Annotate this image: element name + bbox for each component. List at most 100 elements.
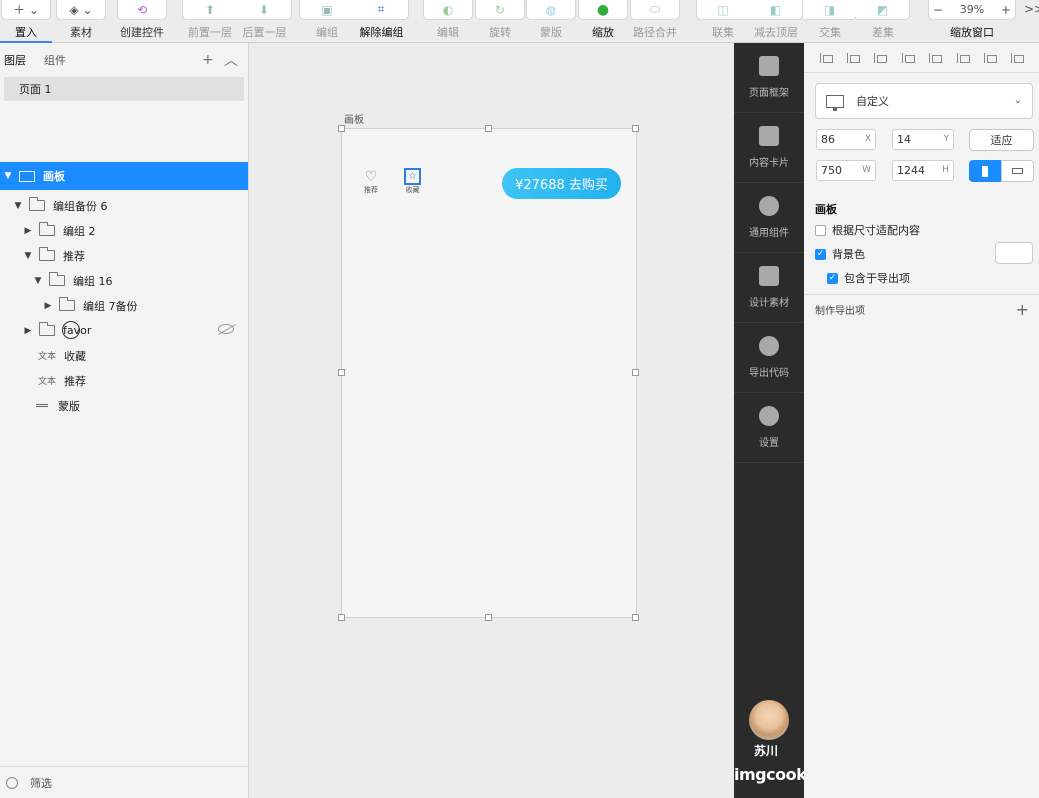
- toolbar-group[interactable]: ▣ 编组: [299, 0, 355, 43]
- component-icon: ⟲: [117, 0, 167, 20]
- layer-group-hidden[interactable]: ▶ favor: [0, 318, 248, 343]
- mouse-cursor-icon: [62, 321, 80, 339]
- toolbar-zoom-label: 缩放窗口: [950, 26, 994, 39]
- expand-triangle-icon[interactable]: ▼: [13, 201, 23, 211]
- toolbar-ungroup[interactable]: ⌗ 解除编组: [354, 0, 409, 43]
- favorite-item[interactable]: ☆ 收藏: [404, 168, 421, 195]
- filter-bar[interactable]: 筛选: [0, 766, 248, 798]
- avatar[interactable]: [749, 700, 789, 740]
- hidden-eye-icon[interactable]: [218, 324, 234, 334]
- layer-group[interactable]: ▶ 编组 7备份: [0, 293, 248, 318]
- toolbar-insert[interactable]: ＋ ⌄ 置入: [1, 0, 51, 43]
- toolbar-union[interactable]: ◫ 联集: [696, 0, 750, 43]
- toolbar-difference[interactable]: ◩ 差集: [856, 0, 910, 43]
- layer-mask[interactable]: 蒙版: [0, 393, 248, 418]
- layer-label: 编组 7备份: [83, 299, 138, 313]
- recommend-label: 推荐: [364, 186, 378, 194]
- layer-text[interactable]: 文本 收藏: [0, 343, 248, 368]
- distribute-v-icon[interactable]: [1011, 52, 1025, 63]
- toolbar-send-backward[interactable]: ⬇ 后置一层: [237, 0, 292, 43]
- resize-handle[interactable]: [338, 614, 345, 621]
- toolbar-mask[interactable]: ◍ 蒙版: [526, 0, 576, 43]
- zoom-in-button[interactable]: +: [1001, 3, 1011, 17]
- expand-triangle-icon[interactable]: ▼: [3, 171, 13, 181]
- toolbar-create-component[interactable]: ⟲ 创建控件: [117, 0, 167, 43]
- toolbar-subtract[interactable]: ◧ 减去顶层: [749, 0, 803, 43]
- artboard-title[interactable]: 画板: [344, 111, 364, 126]
- collapsed-triangle-icon[interactable]: ▶: [23, 326, 33, 336]
- resize-handle[interactable]: [338, 125, 345, 132]
- distribute-h-icon[interactable]: [874, 52, 888, 63]
- sidebar-item-content-card[interactable]: 内容卡片: [734, 113, 804, 183]
- y-field[interactable]: 14 Y: [892, 129, 954, 150]
- toolbar-scale-label: 缩放: [592, 26, 614, 39]
- artboard-preset-select[interactable]: 自定义 ⌄: [815, 83, 1033, 119]
- layer-label: 画板: [43, 170, 65, 183]
- align-bottom-icon[interactable]: [983, 52, 997, 63]
- sidebar-item-design-assets[interactable]: 设计素材: [734, 253, 804, 323]
- align-center-h-icon[interactable]: [847, 52, 861, 63]
- background-checkbox[interactable]: ✓ 背景色: [815, 246, 865, 262]
- toolbar-overflow-button[interactable]: >>: [1024, 2, 1039, 16]
- collapse-pages-button[interactable]: ︿: [224, 50, 238, 70]
- fit-content-checkbox[interactable]: 根据尺寸适配内容: [815, 222, 920, 238]
- layer-group[interactable]: ▶ 编组 2: [0, 218, 248, 243]
- add-page-button[interactable]: +: [202, 52, 214, 68]
- checkbox-checked-icon: ✓: [827, 272, 838, 284]
- layer-artboard[interactable]: ▼ 画板: [0, 162, 248, 190]
- add-export-button[interactable]: +: [1016, 300, 1029, 319]
- design-canvas[interactable]: 画板 ♡ 推荐 ☆ 收藏 ¥27688 去购买: [249, 43, 734, 798]
- page-item[interactable]: 页面 1: [4, 77, 244, 101]
- toolbar-rotate[interactable]: ↻ 旋转: [475, 0, 525, 43]
- layer-group[interactable]: ▼ 编组 16: [0, 268, 248, 293]
- x-field[interactable]: 86 X: [816, 129, 876, 150]
- sidebar-item-common-components[interactable]: 通用组件: [734, 183, 804, 253]
- resize-handle[interactable]: [632, 125, 639, 132]
- layer-group[interactable]: ▼ 推荐: [0, 243, 248, 268]
- star-icon: ☆: [404, 168, 421, 185]
- collapsed-triangle-icon[interactable]: ▶: [23, 226, 33, 236]
- toolbar-path-merge[interactable]: ⬭ 路径合并: [630, 0, 680, 43]
- image-icon: [759, 266, 779, 286]
- recommend-item[interactable]: ♡ 推荐: [364, 169, 378, 195]
- portrait-toggle[interactable]: [969, 160, 1001, 182]
- resize-handle[interactable]: [632, 614, 639, 621]
- align-left-icon[interactable]: [819, 52, 833, 63]
- resize-handle[interactable]: [485, 125, 492, 132]
- sidebar-item-export-code[interactable]: 导出代码: [734, 323, 804, 393]
- zoom-out-button[interactable]: −: [933, 3, 943, 17]
- align-center-v-icon[interactable]: [956, 52, 970, 63]
- sidebar-item-page-frame[interactable]: 页面框架: [734, 43, 804, 113]
- width-field[interactable]: 750 W: [816, 160, 876, 181]
- layer-text[interactable]: 文本 推荐: [0, 368, 248, 393]
- preset-value: 自定义: [856, 95, 889, 108]
- sidebar-item-settings[interactable]: 设置: [734, 393, 804, 463]
- artboard[interactable]: ♡ 推荐 ☆ 收藏 ¥27688 去购买: [341, 128, 637, 618]
- resize-handle[interactable]: [632, 369, 639, 376]
- landscape-toggle[interactable]: [1001, 160, 1034, 182]
- layer-group[interactable]: ▼ 编组备份 6: [0, 193, 248, 218]
- toolbar-assets[interactable]: ◈ ⌄ 素材: [56, 0, 106, 43]
- toolbar-scale[interactable]: ● 缩放: [578, 0, 628, 43]
- align-right-icon[interactable]: [901, 52, 915, 63]
- expand-triangle-icon[interactable]: ▼: [33, 276, 43, 286]
- layer-label: 编组备份 6: [53, 199, 108, 213]
- resize-handle[interactable]: [338, 369, 345, 376]
- include-export-checkbox[interactable]: ✓ 包含于导出项: [827, 270, 910, 286]
- resize-handle[interactable]: [485, 614, 492, 621]
- toolbar-bring-forward[interactable]: ⬆ 前置一层: [182, 0, 238, 43]
- tab-layers[interactable]: 图层: [4, 52, 26, 68]
- toolbar-path-merge-label: 路径合并: [633, 26, 677, 39]
- height-field[interactable]: 1244 H: [892, 160, 954, 181]
- collapsed-triangle-icon[interactable]: ▶: [43, 301, 53, 311]
- buy-button[interactable]: ¥27688 去购买: [502, 168, 621, 199]
- toolbar-edit[interactable]: ◐ 编辑: [423, 0, 473, 43]
- tab-components[interactable]: 组件: [44, 52, 66, 68]
- expand-triangle-icon[interactable]: ▼: [23, 251, 33, 261]
- toolbar-intersect[interactable]: ◨ 交集: [803, 0, 857, 43]
- background-color-swatch[interactable]: [995, 242, 1033, 264]
- fit-button[interactable]: 适应: [969, 129, 1034, 151]
- imgcook-sidebar: 页面框架 内容卡片 通用组件 设计素材 导出代码 设置 苏川 imgcook: [734, 43, 807, 798]
- align-top-icon[interactable]: [929, 52, 943, 63]
- imgcook-logo: imgcook: [734, 765, 807, 784]
